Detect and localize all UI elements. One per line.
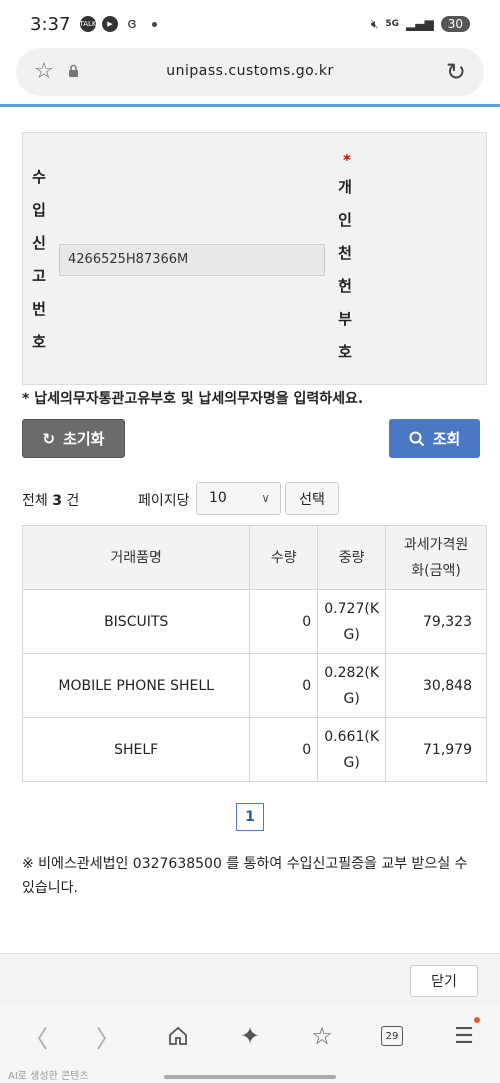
bookmarks-icon[interactable]: ☆ — [302, 1021, 342, 1051]
item-name: MOBILE PHONE SHELL — [21, 653, 251, 718]
search-button[interactable]: 조회 — [389, 419, 480, 458]
table-row: SHELF 0 0.661(K G) 71,979 — [21, 717, 487, 782]
link-icon: ɞ — [127, 16, 137, 32]
search-button-label: 조회 — [432, 430, 461, 448]
notification-dot — [474, 1017, 480, 1023]
forward-icon[interactable]: 〉 — [88, 1021, 128, 1053]
page-load-divider — [0, 104, 500, 107]
network-label: 5G — [385, 19, 400, 29]
status-time: 3:37 — [30, 14, 71, 35]
ai-content-label: AI로 생성한 콘텐츠 — [8, 1071, 89, 1082]
notification-icons: TALK ▶ ɞ — [80, 16, 157, 32]
table-row: BISCUITS 0 0.727(K G) 79,323 — [21, 589, 487, 654]
system-icons: 🔇︎ 5G ▂▄▆ 30 — [371, 16, 470, 32]
ai-sparkle-icon[interactable]: ✦ — [230, 1021, 270, 1051]
item-weight: 0.282(K G) — [317, 653, 387, 718]
battery-indicator: 30 — [440, 16, 470, 32]
table-row: MOBILE PHONE SHELL 0 0.282(K G) 30,848 — [21, 653, 487, 718]
gesture-bar — [164, 1075, 336, 1079]
close-button[interactable]: 닫기 — [410, 965, 478, 997]
menu-icon[interactable]: ☰ — [444, 1017, 484, 1051]
item-name: BISCUITS — [21, 589, 251, 654]
chevron-down-icon: ∨ — [261, 491, 270, 505]
talk-icon: TALK — [80, 16, 97, 32]
header-price: 과세가격원 화(금액) — [385, 525, 487, 590]
header-name: 거래품명 — [21, 525, 251, 590]
header-qty: 수량 — [249, 525, 319, 590]
url-text[interactable]: unipass.customs.go.kr — [16, 63, 484, 79]
mute-icon: 🔇︎ — [370, 16, 379, 31]
header-weight: 중량 — [317, 525, 387, 590]
items-table: 거래품명 수량 중량 과세가격원 화(금액) BISCUITS 0 0.727(K… — [21, 525, 487, 782]
reset-button[interactable]: ↻ 초기화 — [22, 419, 125, 458]
personal-number-label: 개 인 천 헌 부 호 — [338, 178, 352, 361]
home-icon[interactable] — [158, 1021, 198, 1051]
page-number-button[interactable]: 1 — [236, 803, 264, 831]
per-page-label: 페이지당 — [138, 493, 190, 509]
back-icon[interactable]: 〈 — [16, 1021, 56, 1053]
status-bar: 3:37 TALK ▶ ɞ 🔇︎ 5G ▂▄▆ 30 — [0, 0, 500, 48]
item-qty: 0 — [249, 717, 319, 782]
more-notifications-icon — [152, 21, 157, 27]
app-icon: ▶ — [102, 16, 118, 32]
item-price: 79,323 — [385, 589, 487, 654]
select-button[interactable]: 선택 — [285, 482, 339, 515]
search-icon — [409, 431, 424, 446]
browser-nav-bar: 〈 〉 ✦ ☆ 29 ☰ AI로 생성한 콘텐츠 — [0, 1005, 500, 1083]
reload-icon[interactable]: ↻ — [446, 58, 466, 86]
tabs-icon[interactable]: 29 — [372, 1021, 412, 1051]
import-number-label: 수 입 신 고 번 호 — [32, 168, 46, 351]
total-count: 전체 3 건 — [22, 493, 80, 509]
import-number-input[interactable]: 4266525H87366M — [59, 244, 325, 276]
input-notice: * 납세의무자통관고유부호 및 납세의무자명을 입력하세요. — [22, 391, 364, 407]
item-weight: 0.727(K G) — [317, 589, 387, 654]
refresh-icon: ↻ — [42, 429, 56, 448]
tab-count: 29 — [381, 1026, 403, 1046]
item-qty: 0 — [249, 653, 319, 718]
table-header-row: 거래품명 수량 중량 과세가격원 화(금액) — [21, 525, 487, 590]
per-page-select[interactable]: 10 ∨ — [196, 482, 281, 515]
required-mark: * — [343, 151, 351, 169]
search-form: 수 입 신 고 번 호 4266525H87366M * 개 인 천 헌 부 호 — [22, 132, 487, 385]
signal-icon: ▂▄▆ — [406, 17, 434, 31]
item-name: SHELF — [21, 717, 251, 782]
item-weight: 0.661(K G) — [317, 717, 387, 782]
reset-button-label: 초기화 — [63, 430, 105, 448]
item-price: 71,979 — [385, 717, 487, 782]
address-bar[interactable]: ☆ unipass.customs.go.kr ↻ — [16, 48, 484, 96]
footnote: ※ 비에스관세법인 0327638500 를 통하여 수입신고필증을 교부 받으… — [22, 856, 468, 896]
bottom-panel: 닫기 — [0, 953, 500, 1005]
item-price: 30,848 — [385, 653, 487, 718]
item-qty: 0 — [249, 589, 319, 654]
